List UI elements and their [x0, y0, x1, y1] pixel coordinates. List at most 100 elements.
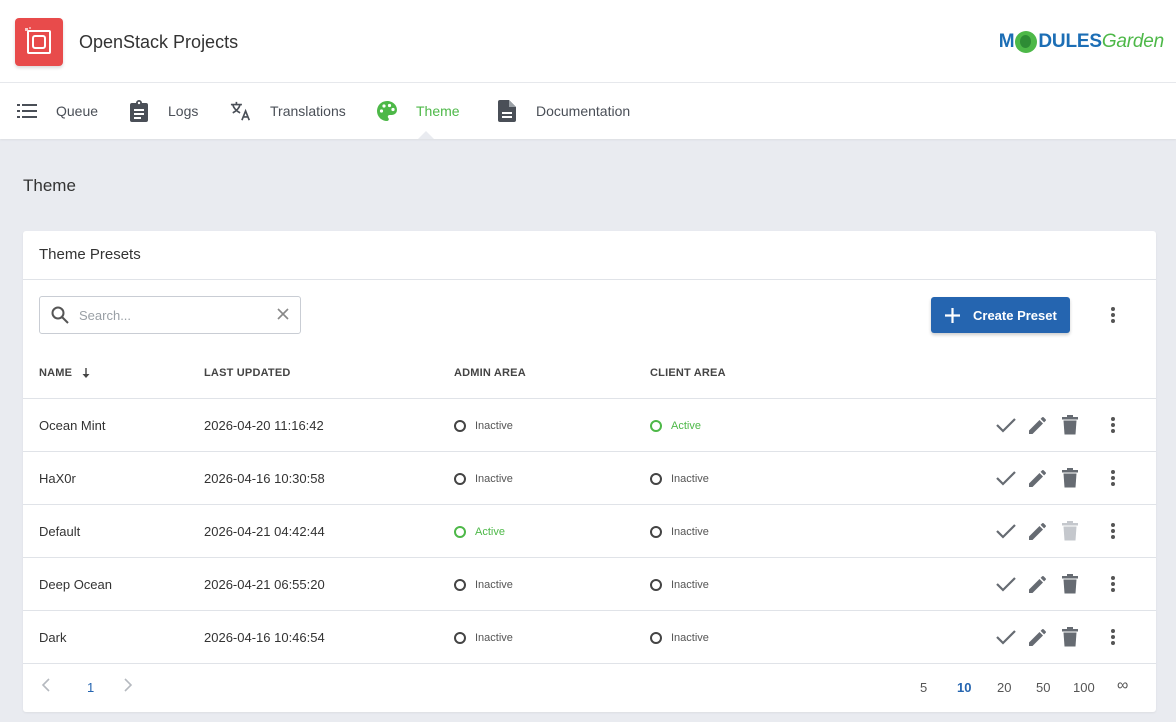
status-circle-icon: [650, 419, 662, 432]
main-nav: Queue Logs Translations Theme Documentat…: [0, 83, 1176, 139]
table-row: Default 2026-04-21 04:42:44 Active Inact…: [23, 505, 1156, 558]
client-area-status: Inactive: [650, 505, 709, 558]
active-tab-indicator: [418, 131, 434, 139]
status-circle-icon: [454, 472, 466, 485]
client-area-status: Inactive: [650, 558, 709, 611]
check-icon[interactable]: [994, 625, 1018, 649]
preset-name: Default: [39, 524, 81, 539]
status-circle-icon: [650, 578, 662, 591]
nav-label: Theme: [416, 103, 460, 119]
card-title: Theme Presets: [39, 246, 141, 263]
nav-label: Translations: [270, 103, 346, 119]
delete-icon: [1058, 519, 1082, 543]
page-size-option[interactable]: 20: [997, 680, 1011, 695]
nav-label: Queue: [56, 103, 99, 119]
chevron-left-icon[interactable]: [41, 678, 53, 692]
delete-icon[interactable]: [1058, 572, 1082, 596]
sort-down-icon: [82, 368, 90, 378]
column-header-last-updated[interactable]: LAST UPDATED: [204, 367, 291, 379]
last-updated: 2026-04-21 06:55:20: [204, 577, 325, 592]
globe-icon: [1015, 31, 1038, 53]
edit-icon[interactable]: [1026, 466, 1050, 490]
client-area-status: Inactive: [650, 452, 709, 505]
status-circle-icon: [454, 525, 466, 538]
status-circle-icon: [650, 631, 662, 644]
admin-area-status: Inactive: [454, 558, 513, 611]
more-options-icon[interactable]: [1101, 466, 1125, 490]
delete-icon[interactable]: [1058, 413, 1082, 437]
search-input[interactable]: [79, 307, 269, 323]
page-size-option[interactable]: 10: [957, 680, 971, 695]
preset-name: Ocean Mint: [39, 418, 106, 433]
edit-icon[interactable]: [1026, 625, 1050, 649]
check-icon[interactable]: [994, 519, 1018, 543]
list-icon: [16, 100, 38, 122]
delete-icon[interactable]: [1058, 466, 1082, 490]
more-options-icon[interactable]: [1101, 572, 1125, 596]
status-circle-icon: [454, 631, 466, 644]
admin-area-status: Inactive: [454, 611, 513, 664]
app-logo-icon: [15, 18, 63, 66]
last-updated: 2026-04-21 04:42:44: [204, 524, 325, 539]
page-size-option[interactable]: 5: [920, 680, 927, 695]
search-icon: [51, 306, 69, 324]
translate-icon: [230, 100, 252, 122]
admin-area-status: Active: [454, 505, 505, 558]
column-header-admin-area[interactable]: ADMIN AREA: [454, 367, 526, 379]
more-options-icon[interactable]: [1101, 413, 1125, 437]
check-icon[interactable]: [994, 466, 1018, 490]
nav-item-translations[interactable]: Translations: [230, 83, 346, 139]
table-row: Ocean Mint 2026-04-20 11:16:42 Inactive …: [23, 399, 1156, 452]
create-preset-button[interactable]: Create Preset: [931, 297, 1070, 333]
page-size-option[interactable]: 100: [1073, 680, 1095, 695]
delete-icon[interactable]: [1058, 625, 1082, 649]
status-circle-icon: [454, 419, 466, 432]
last-updated: 2026-04-20 11:16:42: [204, 418, 324, 433]
app-title: OpenStack Projects: [79, 32, 239, 52]
column-header-client-area[interactable]: CLIENT AREA: [650, 367, 726, 379]
table-row: Dark 2026-04-16 10:46:54 Inactive Inacti…: [23, 611, 1156, 664]
last-updated: 2026-04-16 10:30:58: [204, 471, 325, 486]
edit-icon[interactable]: [1026, 572, 1050, 596]
edit-icon[interactable]: [1026, 519, 1050, 543]
nav-item-logs[interactable]: Logs: [128, 83, 198, 139]
admin-area-status: Inactive: [454, 452, 513, 505]
chevron-right-icon[interactable]: [121, 678, 133, 692]
nav-label: Logs: [168, 103, 199, 119]
nav-item-queue[interactable]: Queue: [16, 83, 98, 139]
page-size-option[interactable]: ∞: [1117, 677, 1128, 695]
more-options-icon[interactable]: [1101, 625, 1125, 649]
close-icon[interactable]: [276, 307, 290, 321]
table-row: Deep Ocean 2026-04-21 06:55:20 Inactive …: [23, 558, 1156, 611]
page-title: Theme: [23, 176, 76, 195]
page-size-option[interactable]: 50: [1036, 680, 1050, 695]
theme-presets-card: Theme Presets Create Preset NAME LAST UP…: [23, 231, 1156, 712]
nav-label: Documentation: [536, 103, 631, 119]
app-header: OpenStack Projects M DULES Garden: [0, 0, 1176, 83]
search-box: [39, 296, 301, 334]
more-options-icon[interactable]: [1103, 303, 1123, 327]
more-options-icon[interactable]: [1101, 519, 1125, 543]
check-icon[interactable]: [994, 413, 1018, 437]
check-icon[interactable]: [994, 572, 1018, 596]
preset-name: Dark: [39, 630, 67, 645]
preset-name: Deep Ocean: [39, 577, 112, 592]
status-circle-icon: [650, 525, 662, 538]
plus-icon: [945, 307, 960, 323]
document-icon: [496, 100, 518, 122]
edit-icon[interactable]: [1026, 413, 1050, 437]
palette-icon: [376, 100, 398, 122]
table-row: HaX0r 2026-04-16 10:30:58 Inactive Inact…: [23, 452, 1156, 505]
divider: [23, 279, 1156, 280]
page-number[interactable]: 1: [87, 680, 94, 695]
column-header-name[interactable]: NAME: [39, 367, 90, 379]
client-area-status: Active: [650, 399, 701, 452]
modulesgarden-logo: M DULES Garden: [998, 31, 1164, 53]
last-updated: 2026-04-16 10:46:54: [204, 630, 325, 645]
create-preset-label: Create Preset: [973, 307, 1057, 323]
status-circle-icon: [454, 578, 466, 591]
status-circle-icon: [650, 472, 662, 485]
nav-item-documentation[interactable]: Documentation: [496, 83, 630, 139]
client-area-status: Inactive: [650, 611, 709, 664]
admin-area-status: Inactive: [454, 399, 513, 452]
